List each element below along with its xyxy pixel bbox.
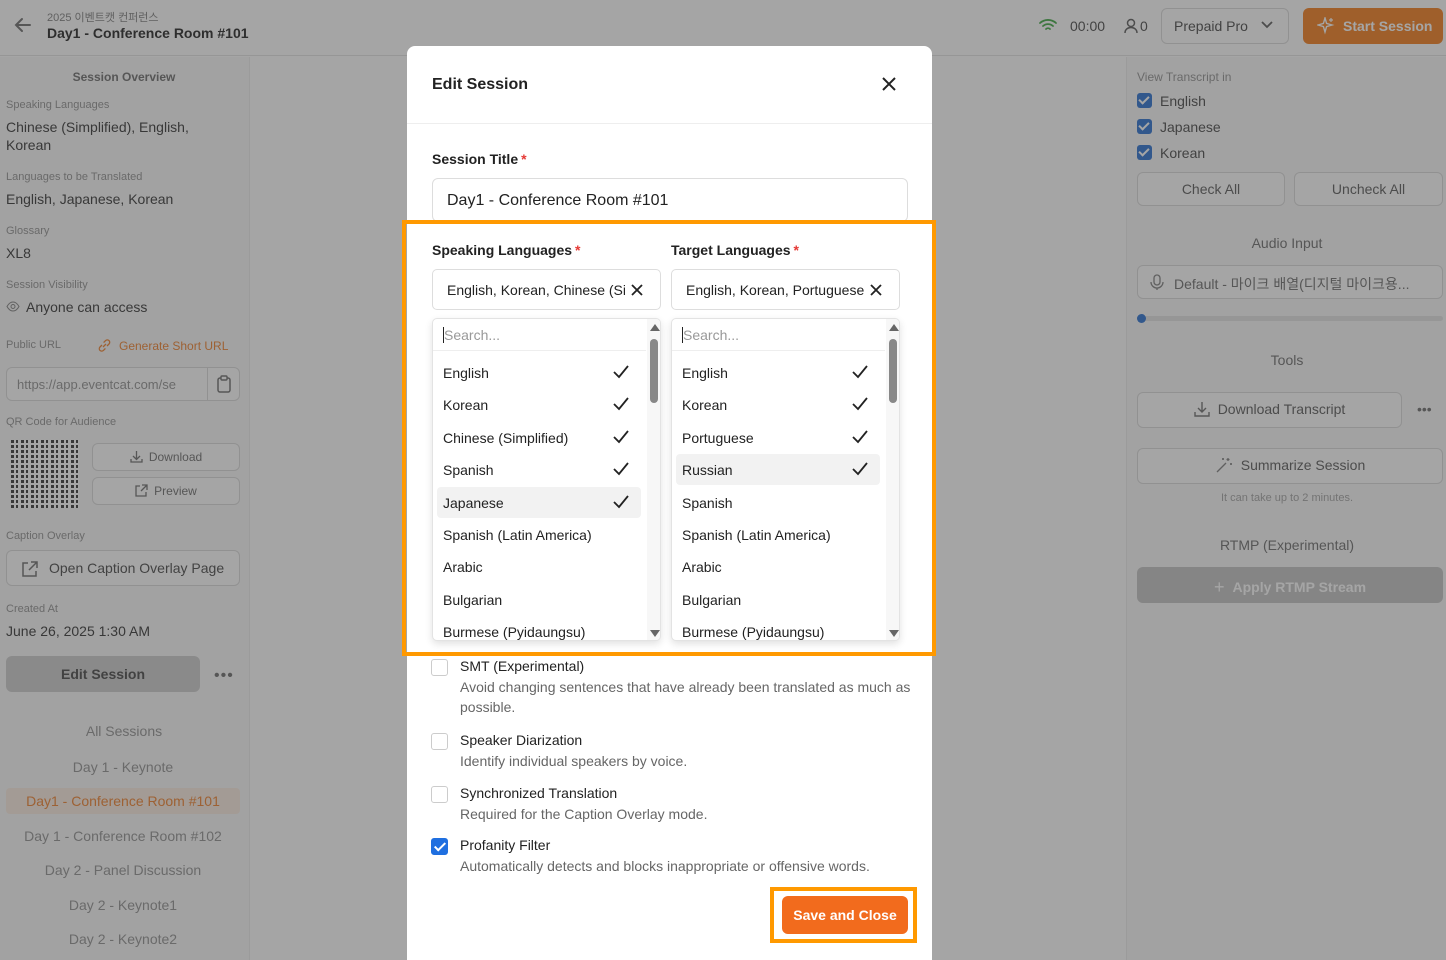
option-title: Synchronized Translation: [460, 785, 618, 801]
required-mark: *: [521, 151, 527, 167]
session-title-label-text: Session Title: [432, 151, 519, 167]
option-checkbox[interactable]: [431, 838, 448, 855]
language-selection-highlight: [402, 220, 936, 656]
session-page: 2025 이벤트캣 컨퍼런스 Day1 - Conference Room #1…: [0, 0, 1446, 960]
session-title-input[interactable]: Day1 - Conference Room #101: [432, 178, 908, 222]
option-title: Profanity Filter: [460, 837, 551, 853]
save-button-highlight: [770, 887, 917, 943]
close-icon[interactable]: [881, 76, 897, 92]
modal-title: Edit Session: [432, 76, 529, 93]
option-description: Avoid changing sentences that have alrea…: [460, 679, 911, 715]
option-description: Required for the Caption Overlay mode.: [460, 806, 708, 822]
option-checkbox[interactable]: [431, 786, 448, 803]
option-description: Identify individual speakers by voice.: [460, 753, 688, 769]
option-title: SMT (Experimental): [460, 658, 585, 674]
option-checkbox[interactable]: [431, 733, 448, 750]
modal-divider: [407, 123, 932, 124]
session-title-label: Session Title *: [432, 151, 527, 167]
option-checkbox[interactable]: [431, 659, 448, 676]
option-description: Automatically detects and blocks inappro…: [460, 858, 870, 874]
option-title: Speaker Diarization: [460, 732, 583, 748]
